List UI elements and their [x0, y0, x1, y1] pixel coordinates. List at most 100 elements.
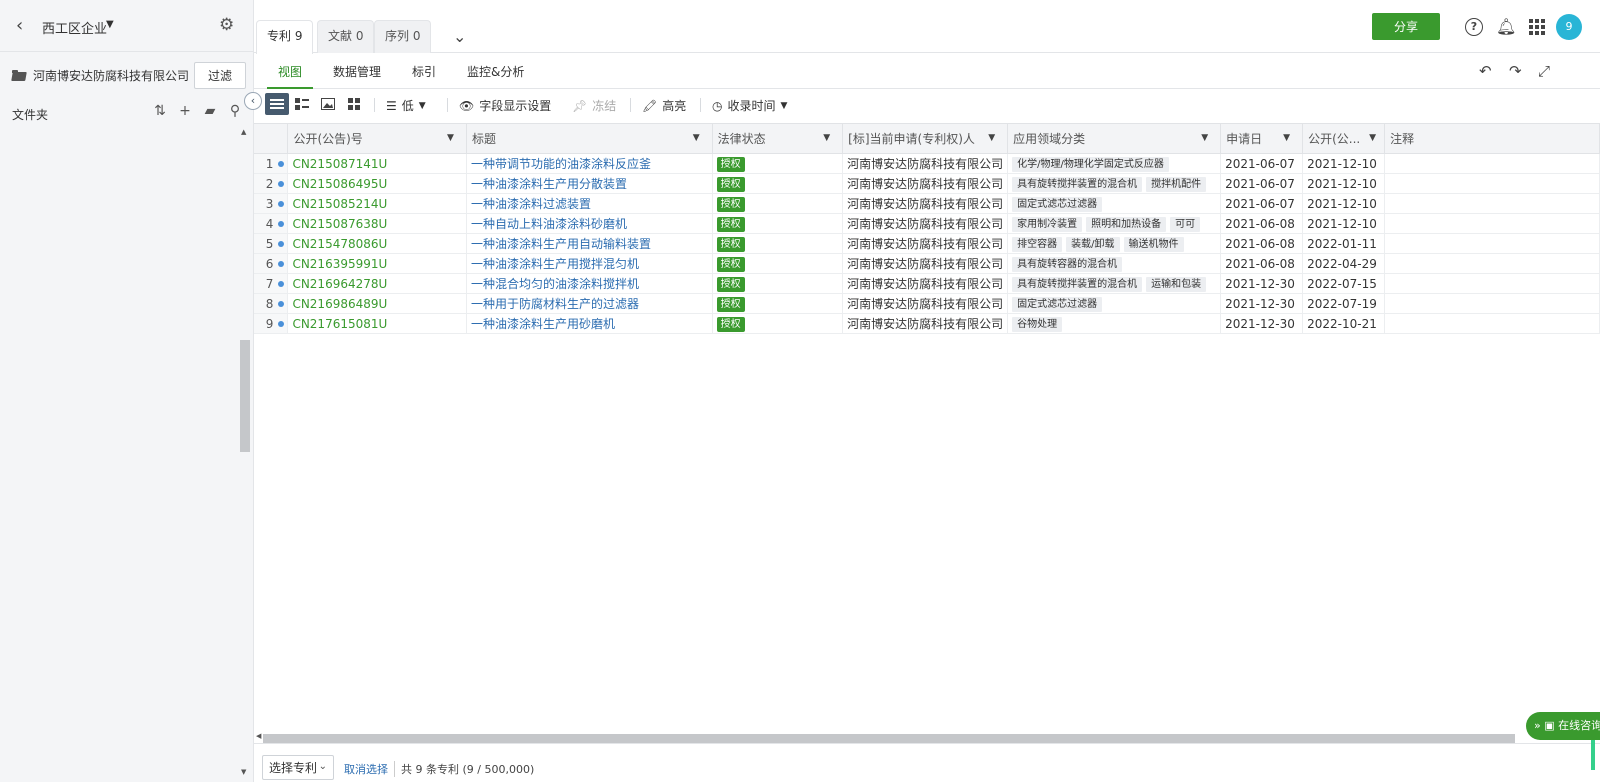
sidebar-scrollbar[interactable]: ▲ ▼ [239, 128, 250, 778]
domain-tag[interactable]: 固定式滤芯过滤器 [1012, 296, 1103, 312]
highlight-button[interactable]: 🖍︎ 高亮 [642, 97, 686, 114]
project-title[interactable]: 西工区企业 [42, 18, 107, 37]
caret-down-icon[interactable]: ▼ [106, 19, 114, 30]
title-link[interactable]: 一种用于防腐材料生产的过滤器 [471, 297, 639, 311]
horizontal-scrollbar[interactable]: ◀ [254, 732, 1600, 743]
list-view-icon[interactable] [265, 93, 289, 115]
caret-down-icon[interactable]: ▼ [1201, 133, 1208, 143]
scroll-up-icon[interactable]: ▲ [241, 128, 246, 136]
title-link[interactable]: 一种油漆涂料生产用分散装置 [471, 177, 627, 191]
title-link[interactable]: 一种油漆涂料生产用搅拌混匀机 [471, 257, 639, 271]
chevron-down-icon[interactable]: ⌄ [453, 27, 466, 46]
domain-tag[interactable]: 具有旋转容器的混合机 [1012, 256, 1123, 272]
note-cell[interactable] [1384, 173, 1600, 194]
sort-dropdown[interactable]: ◷ 收录时间 ▼ [712, 97, 787, 114]
row-number-cell[interactable]: 6 [254, 253, 289, 274]
note-cell[interactable] [1384, 273, 1600, 294]
domain-tag[interactable]: 装载/卸载 [1066, 236, 1120, 252]
row-number-cell[interactable]: 4 [254, 213, 289, 234]
row-number-cell[interactable]: 7 [254, 273, 289, 294]
cancel-selection-link[interactable]: 取消选择 [344, 761, 388, 777]
title-link[interactable]: 一种混合均匀的油漆涂料搅拌机 [471, 277, 639, 291]
caret-down-icon[interactable]: ▼ [447, 133, 454, 143]
note-cell[interactable] [1384, 233, 1600, 254]
note-cell[interactable] [1384, 193, 1600, 214]
row-number-cell[interactable]: 8 [254, 293, 289, 314]
undo-icon[interactable]: ↶ [1479, 62, 1492, 80]
domain-tag[interactable]: 输送机物件 [1123, 236, 1184, 252]
domain-tag[interactable]: 谷物处理 [1012, 316, 1063, 332]
back-arrow-icon[interactable]: ‹ [16, 16, 32, 36]
table-row[interactable]: 3 CN215085214U 一种油漆涂料过滤装置 授权 河南博安达防腐科技有限公司 固定… [254, 193, 1600, 214]
publication-number-link[interactable]: CN217615081U [292, 317, 387, 331]
table-row[interactable]: 4 CN215087638U 一种自动上料油漆涂料砂磨机 授权 河南博安达防腐科技有限公… [254, 213, 1600, 234]
gear-icon[interactable]: ⚙ [219, 15, 234, 35]
subnav-data-management[interactable]: 数据管理 [333, 63, 381, 88]
publication-number-link[interactable]: CN216395991U [292, 257, 387, 271]
note-cell[interactable] [1384, 213, 1600, 234]
caret-down-icon[interactable]: ▼ [1369, 133, 1376, 143]
column-header[interactable]: 注释 [1384, 123, 1600, 154]
row-number-cell[interactable]: 2 [254, 173, 289, 194]
scroll-down-icon[interactable]: ▼ [241, 768, 246, 776]
density-dropdown[interactable]: ☰ 低 ▼ [386, 97, 426, 114]
tab-patents[interactable]: 专利 9 [256, 20, 314, 54]
scroll-thumb[interactable] [263, 734, 1515, 743]
subnav-monitor-analysis[interactable]: 监控&分析 [467, 63, 524, 88]
column-header[interactable]: 申请日 ▼ [1220, 123, 1304, 154]
column-header[interactable]: [标]当前申请(专利权)人 ▼ [842, 123, 1009, 154]
row-number-cell[interactable]: 3 [254, 193, 289, 214]
column-header[interactable]: 法律状态 ▼ [712, 123, 844, 154]
table-row[interactable]: 2 CN215086495U 一种油漆涂料生产用分散装置 授权 河南博安达防腐科技有限公… [254, 173, 1600, 194]
title-link[interactable]: 一种自动上料油漆涂料砂磨机 [471, 217, 627, 231]
fullscreen-icon[interactable]: ⤢ [1538, 62, 1550, 80]
publication-number-link[interactable]: CN216986489U [292, 297, 387, 311]
table-row[interactable]: 7 CN216964278U 一种混合均匀的油漆涂料搅拌机 授权 河南博安达防腐科技有限… [254, 273, 1600, 294]
note-cell[interactable] [1384, 153, 1600, 174]
domain-tag[interactable]: 家用制冷装置 [1012, 216, 1083, 232]
tab-literature[interactable]: 文献 0 [317, 20, 375, 53]
domain-tag[interactable]: 照明和加热设备 [1086, 216, 1167, 232]
help-icon[interactable]: ? [1465, 18, 1483, 36]
online-chat-button[interactable]: » ▣ 在线咨询 [1526, 712, 1600, 740]
share-button[interactable]: 分享 [1372, 13, 1440, 40]
publication-number-link[interactable]: CN215478086U [292, 237, 387, 251]
subnav-indexing[interactable]: 标引 [412, 63, 436, 88]
bell-icon[interactable]: 🔔︎ [1496, 17, 1516, 37]
tab-sequences[interactable]: 序列 0 [374, 20, 432, 53]
collapse-sidebar-icon[interactable]: ‹ [244, 92, 262, 110]
detail-view-icon[interactable] [290, 93, 314, 115]
table-row[interactable]: 1 CN215087141U 一种带调节功能的油漆涂料反应釜 授权 河南博安达防腐科技有… [254, 153, 1600, 174]
domain-tag[interactable]: 化学/物理/物理化学固定式反应器 [1012, 156, 1169, 172]
domain-tag[interactable]: 可可 [1170, 216, 1201, 232]
column-header[interactable]: 应用领域分类 ▼ [1007, 123, 1222, 154]
title-link[interactable]: 一种油漆涂料生产用砂磨机 [471, 317, 615, 331]
table-row[interactable]: 9 CN217615081U 一种油漆涂料生产用砂磨机 授权 河南博安达防腐科技有限公司… [254, 313, 1600, 334]
redo-icon[interactable]: ↷ [1509, 62, 1522, 80]
publication-number-link[interactable]: CN215086495U [292, 177, 387, 191]
filter-button[interactable]: 过滤 [194, 62, 246, 89]
field-display-settings[interactable]: 👁︎ 字段显示设置 [459, 97, 551, 114]
table-row[interactable]: 8 CN216986489U 一种用于防腐材料生产的过滤器 授权 河南博安达防腐科技有限… [254, 293, 1600, 314]
domain-tag[interactable]: 固定式滤芯过滤器 [1012, 196, 1103, 212]
row-number-cell[interactable]: 9 [254, 313, 289, 334]
avatar[interactable]: 9 [1556, 14, 1582, 40]
note-cell[interactable] [1384, 293, 1600, 314]
note-cell[interactable] [1384, 313, 1600, 334]
caret-down-icon[interactable]: ▼ [1283, 133, 1290, 143]
domain-tag[interactable]: 搅拌机配件 [1146, 176, 1207, 192]
plus-icon[interactable]: + [177, 103, 193, 119]
publication-number-link[interactable]: CN216964278U [292, 277, 387, 291]
sort-updown-icon[interactable]: ⇅ [152, 103, 168, 119]
publication-number-link[interactable]: CN215087141U [292, 157, 387, 171]
card-view-icon[interactable] [342, 93, 366, 115]
column-header[interactable]: 公开(公告)号 ▼ [287, 123, 467, 154]
subnav-view[interactable]: 视图 [267, 63, 314, 89]
scroll-left-icon[interactable]: ◀ [256, 732, 261, 740]
select-patents-dropdown[interactable]: 选择专利 ⌄ [262, 755, 334, 780]
row-number-cell[interactable]: 1 [254, 153, 289, 174]
domain-tag[interactable]: 具有旋转搅拌装置的混合机 [1012, 176, 1143, 192]
caret-down-icon[interactable]: ▼ [823, 133, 830, 143]
table-row[interactable]: 6 CN216395991U 一种油漆涂料生产用搅拌混匀机 授权 河南博安达防腐科技有限… [254, 253, 1600, 274]
search-icon[interactable]: ⚲ [227, 103, 243, 119]
